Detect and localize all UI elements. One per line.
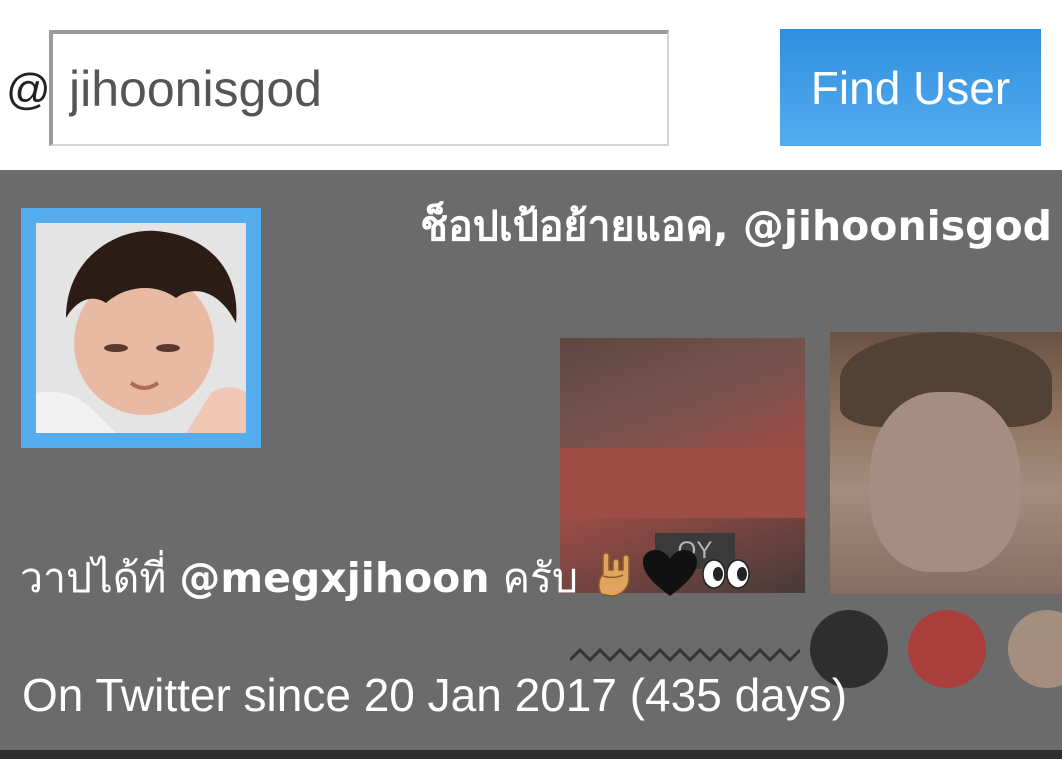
find-user-button[interactable]: Find User — [780, 29, 1041, 146]
at-prefix: @ — [6, 65, 51, 114]
color-swatch-red — [908, 610, 986, 688]
avatar-frame[interactable] — [21, 208, 261, 448]
display-name: ช็อปเป้อย้ายแอค — [420, 202, 713, 250]
bio-mention-link[interactable]: @megxjihoon — [179, 554, 489, 602]
bottom-divider — [0, 750, 1062, 759]
page: @ Find User OY — [0, 0, 1062, 759]
banner-photo-right — [830, 332, 1062, 594]
bio-text-after: ครับ — [489, 554, 592, 602]
name-separator: , — [712, 202, 743, 250]
profile-card: OY ช็อปเป้อย้ายแอค, @jihoonisgod วาปได้ท… — [0, 170, 1062, 750]
profile-bio: วาปได้ที่ @megxjihoon ครับ — [20, 548, 753, 614]
username-search-input[interactable] — [49, 30, 669, 146]
account-age-text: On Twitter since 20 Jan 2017 (435 days) — [22, 669, 848, 721]
avatar — [36, 223, 246, 433]
profile-handle[interactable]: @jihoonisgod — [743, 202, 1052, 250]
profile-name-line: ช็อปเป้อย้ายแอค, @jihoonisgod — [420, 198, 1052, 254]
rock-hand-emoji-icon — [591, 548, 641, 614]
eyes-emoji-icon — [699, 548, 753, 614]
search-bar: @ Find User — [0, 0, 1062, 170]
bio-text-before: วาปได้ที่ — [20, 554, 180, 602]
color-swatch-beige — [1008, 610, 1062, 688]
black-heart-emoji-icon — [641, 548, 699, 614]
